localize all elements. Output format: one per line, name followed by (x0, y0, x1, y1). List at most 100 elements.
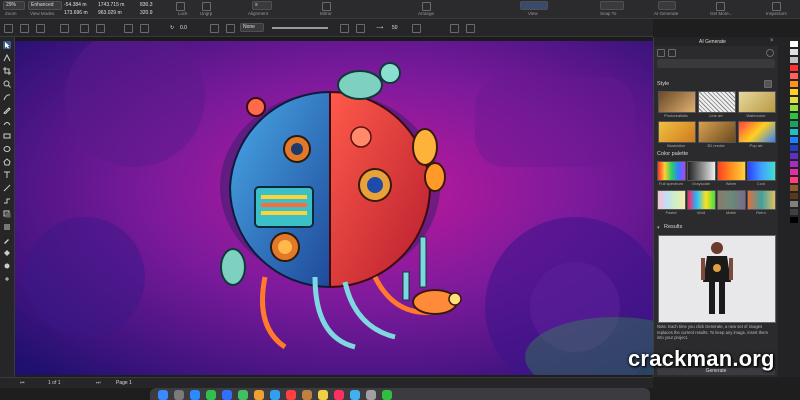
pen-tool-icon[interactable] (3, 106, 11, 115)
view-button[interactable] (520, 1, 548, 10)
color-swatch[interactable] (790, 177, 798, 183)
color-swatch[interactable] (790, 113, 798, 119)
color-swatch[interactable] (790, 129, 798, 135)
text-wrap-icon[interactable] (412, 24, 421, 33)
outline-width-value[interactable]: 50 (392, 25, 398, 31)
connector-tool-icon[interactable] (3, 197, 11, 205)
launchpad-icon[interactable] (174, 390, 184, 400)
ungroup-icon[interactable] (202, 2, 211, 11)
start-arrow-icon[interactable] (340, 24, 349, 33)
prompt-field[interactable] (657, 59, 775, 68)
color-swatch[interactable] (790, 73, 798, 79)
style-thumb-line-art[interactable] (698, 91, 736, 113)
color-swatch[interactable] (790, 105, 798, 111)
artistic-media-icon[interactable] (3, 119, 11, 127)
safari-icon[interactable] (190, 390, 200, 400)
last-page-icon[interactable]: ⏭ (96, 380, 101, 386)
color-swatch[interactable] (790, 49, 798, 55)
collapse-chevron-icon[interactable]: ▾ (657, 225, 660, 231)
convert-icon[interactable] (450, 24, 459, 33)
line-arrow-icon[interactable]: ⟶ (376, 25, 383, 31)
color-swatch[interactable] (790, 193, 798, 199)
palette-grayscale[interactable] (687, 161, 716, 181)
angle-value[interactable]: 0.0 (180, 25, 187, 31)
music-icon[interactable] (334, 390, 344, 400)
style-thumb-illustration[interactable] (658, 121, 696, 143)
drop-shadow-icon[interactable] (3, 210, 11, 218)
width-value[interactable]: 1743.715 m (98, 2, 124, 8)
x-position-value[interactable]: -54.384 m (64, 2, 87, 8)
photos-icon[interactable] (254, 390, 264, 400)
fill-icon[interactable] (210, 24, 219, 33)
alignment-button[interactable]: ≡ (252, 1, 272, 10)
outline-style-line[interactable] (272, 27, 328, 29)
distribute-icon[interactable] (60, 24, 69, 33)
info-icon[interactable] (766, 49, 774, 57)
crop-tool-icon[interactable] (3, 67, 11, 75)
color-swatch[interactable] (790, 89, 798, 95)
align-left-icon[interactable] (4, 24, 13, 33)
view-mode-select[interactable]: Enhanced (28, 1, 62, 10)
interactive-fill-icon[interactable] (3, 249, 11, 257)
color-swatch[interactable] (790, 121, 798, 127)
notes-icon[interactable] (318, 390, 328, 400)
text-tool-icon[interactable] (3, 171, 11, 179)
lock-icon[interactable] (176, 2, 185, 11)
color-swatch[interactable] (790, 145, 798, 151)
rotate-icon[interactable]: ↻ (170, 25, 174, 31)
color-swatch[interactable] (790, 161, 798, 167)
ai-generate-button[interactable] (658, 1, 676, 10)
color-swatch[interactable] (790, 137, 798, 143)
align-center-icon[interactable] (20, 24, 29, 33)
color-swatch[interactable] (790, 97, 798, 103)
mail-icon[interactable] (222, 390, 232, 400)
parallel-dimension-icon[interactable] (3, 184, 11, 192)
color-swatch[interactable] (790, 209, 798, 215)
close-icon[interactable]: × (770, 38, 774, 44)
docker-tab-icon[interactable] (657, 49, 665, 57)
stroke-icon[interactable] (226, 24, 235, 33)
mirror-icon[interactable] (322, 2, 331, 11)
drawing-canvas[interactable] (15, 37, 653, 375)
height-value[interactable]: 963.029 m (98, 10, 122, 16)
mirror-icon[interactable] (140, 24, 149, 33)
facetime-icon[interactable] (270, 390, 280, 400)
docker-tab-image-icon[interactable] (668, 49, 676, 57)
pick-tool-icon[interactable] (3, 41, 11, 49)
palette-retro[interactable] (747, 190, 776, 210)
color-swatch[interactable] (790, 41, 798, 47)
palette-pastel[interactable] (657, 190, 686, 210)
color-swatch[interactable] (790, 57, 798, 63)
coreldraw-icon[interactable] (382, 390, 392, 400)
polygon-tool-icon[interactable] (3, 158, 11, 166)
style-thumb-watercolor[interactable] (738, 91, 776, 113)
color-swatch[interactable] (790, 201, 798, 207)
get-more-icon[interactable] (716, 2, 725, 11)
shape-tool-icon[interactable] (3, 53, 11, 62)
ellipse-tool-icon[interactable] (3, 145, 11, 153)
transparency-tool-icon[interactable] (3, 223, 11, 231)
freehand-tool-icon[interactable] (3, 93, 11, 101)
outline-icon[interactable] (466, 24, 475, 33)
inspectors-icon[interactable] (772, 2, 781, 11)
settings-icon[interactable] (366, 390, 376, 400)
palette-vivid[interactable] (687, 190, 716, 210)
palette-matte[interactable] (717, 190, 746, 210)
palette-cool[interactable] (747, 161, 776, 181)
first-page-icon[interactable]: ⏮ (20, 380, 25, 386)
result-image[interactable] (658, 235, 776, 323)
transform-icon[interactable] (124, 24, 133, 33)
y-position-value[interactable]: 173.696 m (64, 10, 88, 16)
palette-full-spectrum[interactable] (657, 161, 686, 181)
fill-select[interactable]: None (240, 23, 264, 32)
zoom-tool-icon[interactable] (3, 80, 11, 88)
eyedropper-icon[interactable] (3, 236, 11, 244)
color-swatch[interactable] (790, 169, 798, 175)
app-store-icon[interactable] (350, 390, 360, 400)
zoom-select[interactable]: 29% (3, 1, 25, 10)
page-tab[interactable]: Page 1 (116, 380, 132, 386)
contacts-icon[interactable] (302, 390, 312, 400)
scale-width-value[interactable]: 830.3 (140, 2, 153, 8)
color-swatch[interactable] (790, 185, 798, 191)
color-swatch[interactable] (790, 153, 798, 159)
